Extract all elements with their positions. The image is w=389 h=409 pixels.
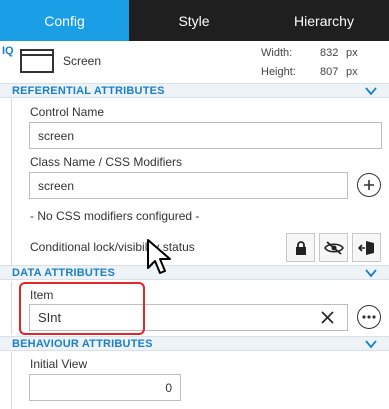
chevron-down-icon[interactable] (365, 339, 377, 349)
css-modifiers-note: - No CSS modifiers configured - (30, 209, 200, 223)
screen-info-row: IQ Screen Width: 832 px Height: 807 px (0, 41, 389, 83)
item-more-button[interactable] (357, 305, 381, 329)
section-title: REFERENTIAL ATTRIBUTES (12, 85, 165, 97)
width-unit: px (346, 47, 358, 59)
control-name-field[interactable]: screen (29, 122, 382, 149)
initial-view-field[interactable]: 0 (29, 374, 181, 401)
section-behaviour-attributes[interactable]: BEHAVIOUR ATTRIBUTES (0, 336, 389, 351)
height-label: Height: (261, 66, 296, 78)
section-title: BEHAVIOUR ATTRIBUTES (12, 338, 153, 350)
class-name-field[interactable]: screen (29, 172, 348, 199)
iq-tag: IQ (2, 45, 14, 57)
chevron-down-icon[interactable] (365, 86, 377, 96)
indent-guide (11, 281, 12, 335)
item-highlight-box (19, 282, 145, 335)
exit-button[interactable] (352, 233, 381, 262)
lock-button[interactable] (286, 233, 315, 262)
add-css-modifier-button[interactable] (357, 173, 381, 197)
indent-guide (11, 352, 12, 409)
section-data-attributes[interactable]: DATA ATTRIBUTES (0, 265, 389, 280)
height-value: 807 (320, 66, 339, 78)
tab-style[interactable]: Style (129, 0, 259, 41)
tab-config[interactable]: Config (0, 0, 129, 41)
chevron-down-icon[interactable] (365, 268, 377, 278)
width-label: Width: (261, 47, 293, 59)
mouse-cursor-icon (147, 239, 171, 274)
initial-view-label: Initial View (30, 357, 88, 371)
exit-icon (357, 240, 374, 255)
lock-icon (295, 240, 306, 255)
eye-slash-icon (323, 240, 344, 255)
control-name-label: Control Name (30, 105, 105, 119)
section-title: DATA ATTRIBUTES (12, 267, 116, 279)
close-icon[interactable] (321, 311, 334, 324)
section-referential-attributes[interactable]: REFERENTIAL ATTRIBUTES (0, 83, 389, 98)
class-name-label: Class Name / CSS Modifiers (30, 155, 183, 169)
tab-bar: Config Style Hierarchy (0, 0, 389, 41)
screen-name: Screen (63, 54, 102, 68)
indent-guide (11, 99, 12, 265)
ellipsis-icon (362, 315, 376, 319)
plus-icon (364, 180, 374, 190)
screen-icon (20, 49, 54, 73)
tab-hierarchy[interactable]: Hierarchy (259, 0, 389, 41)
width-value: 832 (320, 47, 339, 59)
visibility-button[interactable] (319, 233, 348, 262)
height-unit: px (346, 66, 358, 78)
